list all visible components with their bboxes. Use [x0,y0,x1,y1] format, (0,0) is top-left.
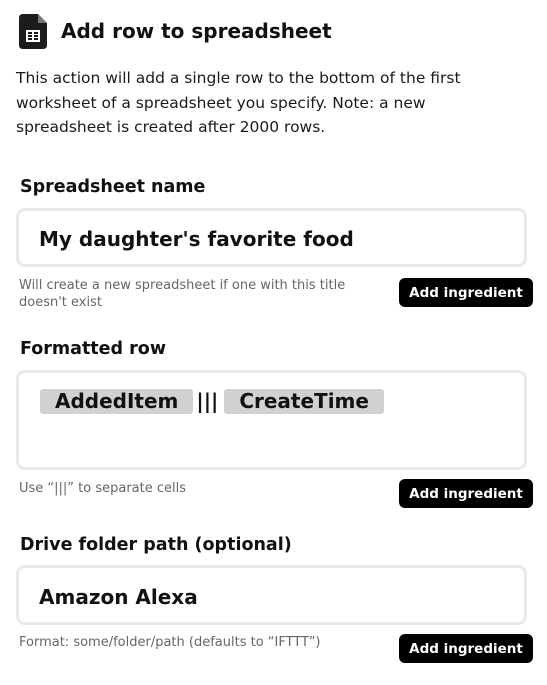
drive-folder-path-label: Drive folder path (optional) [20,535,292,555]
spreadsheet-name-value: My daughter's favorite food [39,227,354,251]
formatted-row-helper: Use “|||” to separate cells [19,481,187,496]
formatted-row-label: Formatted row [20,339,166,359]
spreadsheet-name-helper: Will create a new spreadsheet if one wit… [19,278,346,310]
drive-folder-path-add-ingredient-button[interactable]: Add ingredient [399,634,533,663]
ingredient-pill-added-item[interactable]: AddedItem [40,389,194,414]
spreadsheet-icon [19,14,47,49]
spreadsheet-name-label: Spreadsheet name [20,177,206,197]
header: Add row to spreadsheet [19,14,539,52]
page-title: Add row to spreadsheet [61,19,332,43]
drive-folder-path-helper: Format: some/folder/path (defaults to “I… [19,635,321,650]
formatted-row-field[interactable]: AddedItem ||| CreateTime [16,370,527,470]
ingredient-pill-create-time[interactable]: CreateTime [224,389,384,414]
cell-separator: ||| [196,389,219,413]
action-description: This action will add a single row to the… [16,69,461,136]
formatted-row-content: AddedItem ||| CreateTime [40,389,384,414]
drive-folder-path-field[interactable]: Amazon Alexa [16,565,527,625]
drive-folder-path-value: Amazon Alexa [39,585,198,609]
formatted-row-add-ingredient-button[interactable]: Add ingredient [399,479,533,508]
spreadsheet-name-add-ingredient-button[interactable]: Add ingredient [399,278,533,307]
spreadsheet-name-field[interactable]: My daughter's favorite food [16,208,527,267]
